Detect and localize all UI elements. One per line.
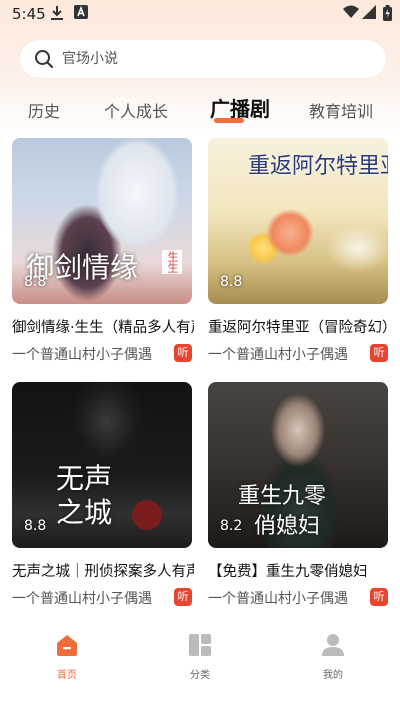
cover-title: 重生九零 xyxy=(238,484,327,509)
listen-badge: 听 xyxy=(174,344,192,362)
download-icon xyxy=(51,6,63,20)
rating-score: 8.8 xyxy=(24,274,47,290)
cover-seal xyxy=(132,500,162,530)
tab-personal-growth[interactable]: 个人成长 xyxy=(104,98,168,122)
active-tab-indicator xyxy=(214,118,244,123)
album-author: 一个普通山村小子偶遇 xyxy=(12,591,152,607)
nav-home[interactable]: 首页 xyxy=(37,632,97,681)
profile-icon xyxy=(322,634,344,656)
album-title[interactable]: 无声之城｜刑侦探案多人有声剧 xyxy=(12,560,194,581)
category-icon xyxy=(189,634,211,656)
rating-score: 8.2 xyxy=(220,518,243,534)
search-bar[interactable] xyxy=(20,40,386,78)
nav-profile[interactable]: 我的 xyxy=(303,632,363,681)
album-title[interactable]: 御剑情缘·生生（精品多人有声剧） xyxy=(12,316,194,337)
content-grid: 御剑情缘 生生 8.8 御剑情缘·生生（精品多人有声剧） 一个普通山村小子偶遇 … xyxy=(0,138,400,608)
album-author: 一个普通山村小子偶遇 xyxy=(208,591,348,607)
album-author: 一个普通山村小子偶遇 xyxy=(12,347,152,363)
listen-badge: 听 xyxy=(174,588,192,606)
status-time: 5:45 xyxy=(12,5,46,23)
album-cover[interactable]: 御剑情缘 生生 8.8 xyxy=(12,138,192,304)
search-input[interactable] xyxy=(62,40,362,78)
album-title[interactable]: 重返阿尔特里亚（冒险奇幻） xyxy=(208,316,390,337)
rating-score: 8.8 xyxy=(24,518,47,534)
album-cover[interactable]: 无声之城 8.8 xyxy=(12,382,192,548)
tab-education[interactable]: 教育培训 xyxy=(309,98,373,122)
nav-profile-label: 我的 xyxy=(323,670,343,681)
app-notification-icon xyxy=(74,5,88,19)
album-author: 一个普通山村小子偶遇 xyxy=(208,347,348,363)
cover-subtitle: 俏媳妇 xyxy=(254,514,321,539)
album-cover[interactable]: 重生九零 俏媳妇 8.2 xyxy=(208,382,388,548)
cover-title: 无声之城 xyxy=(56,462,113,529)
album-title[interactable]: 【免费】重生九零俏媳妇 xyxy=(208,560,390,581)
nav-category[interactable]: 分类 xyxy=(170,632,230,681)
cover-subtitle: 生生 xyxy=(162,250,182,274)
tab-history[interactable]: 历史 xyxy=(28,98,60,122)
listen-badge: 听 xyxy=(370,344,388,362)
nav-home-label: 首页 xyxy=(57,670,77,681)
nav-category-label: 分类 xyxy=(190,670,210,681)
category-tabs: 历史 个人成长 广播剧 教育培训 xyxy=(0,92,400,128)
signal-icon xyxy=(362,5,376,19)
search-icon xyxy=(35,50,53,68)
bottom-navigation: 首页 分类 我的 xyxy=(0,610,400,711)
listen-badge: 听 xyxy=(370,588,388,606)
cover-title: 重返阿尔特里亚 xyxy=(248,154,388,179)
status-bar: 5:45 xyxy=(0,0,400,28)
album-cover[interactable]: 重返阿尔特里亚 8.8 xyxy=(208,138,388,304)
battery-icon xyxy=(383,5,392,21)
wifi-icon xyxy=(343,5,359,18)
rating-score: 8.8 xyxy=(220,274,243,290)
home-icon xyxy=(57,635,77,656)
